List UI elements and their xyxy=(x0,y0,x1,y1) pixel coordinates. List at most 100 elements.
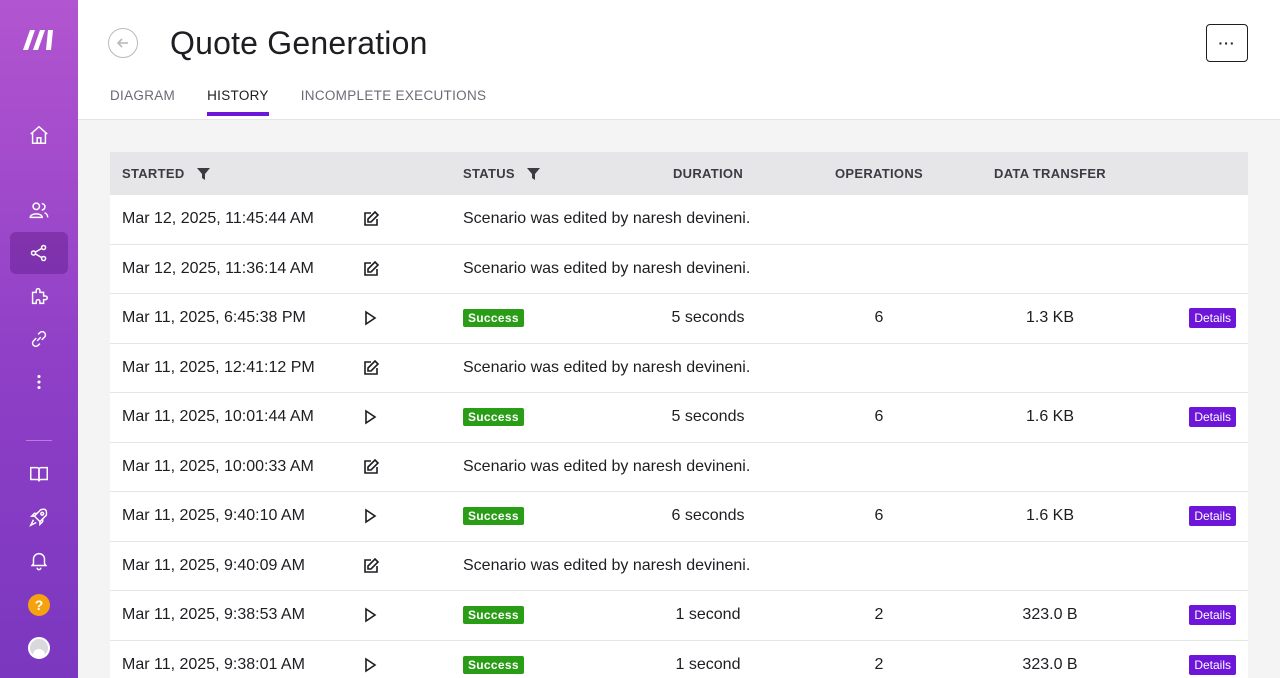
table-row[interactable]: Mar 11, 2025, 12:41:12 PM Scenario was ed… xyxy=(110,343,1248,393)
details-button[interactable]: Details xyxy=(1189,506,1236,527)
page-header: Quote Generation ··· DIAGRAM HISTORY INC… xyxy=(78,0,1280,120)
cell-type xyxy=(350,557,451,575)
cell-duration: 1 second xyxy=(675,655,741,673)
sidebar-item-notifications[interactable] xyxy=(10,539,68,581)
sidebar-item-help[interactable]: ? xyxy=(10,584,68,626)
cell-data-transfer: 323.0 B xyxy=(1022,606,1078,624)
book-icon xyxy=(30,466,48,482)
table-row[interactable]: Mar 11, 2025, 6:45:38 PM Success 5 seconds… xyxy=(110,294,1248,344)
header-operations: OPERATIONS xyxy=(835,166,923,181)
status-badge: Success xyxy=(463,655,524,674)
table-row[interactable]: Mar 12, 2025, 11:45:44 AM Scenario was ed… xyxy=(110,195,1248,245)
sidebar-divider xyxy=(26,440,52,441)
play-icon xyxy=(365,310,377,326)
users-icon xyxy=(29,202,49,219)
cell-action: Details xyxy=(1115,506,1248,527)
cell-type xyxy=(350,458,451,476)
cell-data-transfer: 1.6 KB xyxy=(1025,507,1075,525)
filter-icon[interactable] xyxy=(526,167,540,180)
table-row[interactable]: Mar 12, 2025, 11:36:14 AM Scenario was ed… xyxy=(110,244,1248,294)
sidebar-item-scenarios[interactable] xyxy=(10,232,68,274)
play-icon xyxy=(365,508,377,524)
tab-history[interactable]: HISTORY xyxy=(207,88,269,116)
cell-operations: 6 xyxy=(874,309,884,327)
table-row[interactable]: Mar 11, 2025, 10:00:33 AM Scenario was ed… xyxy=(110,442,1248,492)
cell-data-transfer: 1.6 KB xyxy=(1025,408,1075,426)
rocket-icon xyxy=(29,508,48,527)
cell-duration: 5 seconds xyxy=(671,408,745,426)
table-row[interactable]: Mar 11, 2025, 9:40:10 AM Success 6 seconds… xyxy=(110,492,1248,542)
cell-edit-message: Scenario was edited by naresh devineni. xyxy=(463,457,751,475)
header-status-label: STATUS xyxy=(463,166,515,181)
cell-started: Mar 11, 2025, 6:45:38 PM xyxy=(122,309,306,327)
table-row[interactable]: Mar 11, 2025, 9:38:01 AM Success 1 second 2… xyxy=(110,640,1248,678)
status-badge: Success xyxy=(463,309,524,328)
sidebar-item-docs[interactable] xyxy=(10,453,68,495)
arrow-left-icon xyxy=(116,38,128,48)
sidebar: ? xyxy=(0,0,78,678)
sidebar-item-profile[interactable] xyxy=(10,627,68,669)
cell-type xyxy=(350,210,451,228)
cell-operations: 6 xyxy=(874,507,884,525)
cell-type xyxy=(350,607,451,623)
play-icon xyxy=(365,657,377,673)
sidebar-item-apps[interactable] xyxy=(10,275,68,317)
help-icon: ? xyxy=(28,594,50,616)
avatar xyxy=(28,637,50,659)
header-started: STARTED xyxy=(110,166,350,181)
cell-type xyxy=(350,409,451,425)
cell-action: Details xyxy=(1115,308,1248,329)
cell-edit-message: Scenario was edited by naresh devineni. xyxy=(463,358,751,376)
make-logo-icon[interactable] xyxy=(21,26,59,52)
cell-edit-message: Scenario was edited by naresh devineni. xyxy=(463,259,751,277)
tab-diagram[interactable]: DIAGRAM xyxy=(110,88,175,116)
cell-edit-message: Scenario was edited by naresh devineni. xyxy=(463,556,751,574)
link-icon xyxy=(31,330,47,348)
cell-operations: 2 xyxy=(874,606,884,624)
cell-status: Success xyxy=(451,309,643,328)
details-button[interactable]: Details xyxy=(1189,654,1236,675)
details-button[interactable]: Details xyxy=(1189,605,1236,626)
more-options-button[interactable]: ··· xyxy=(1206,24,1248,62)
cell-status: Success xyxy=(451,408,643,427)
cell-data-transfer: 323.0 B xyxy=(1022,655,1078,673)
tab-bar: DIAGRAM HISTORY INCOMPLETE EXECUTIONS xyxy=(110,88,486,116)
play-icon xyxy=(365,607,377,623)
table-row[interactable]: Mar 11, 2025, 10:01:44 AM Success 5 second… xyxy=(110,393,1248,443)
play-icon xyxy=(365,409,377,425)
sidebar-item-more[interactable] xyxy=(10,361,68,403)
page-title: Quote Generation xyxy=(170,25,428,61)
details-button[interactable]: Details xyxy=(1189,308,1236,329)
header-started-label: STARTED xyxy=(122,166,185,181)
cell-started: Mar 12, 2025, 11:36:14 AM xyxy=(122,259,314,277)
cell-operations: 2 xyxy=(874,655,884,673)
tab-incomplete-executions[interactable]: INCOMPLETE EXECUTIONS xyxy=(301,88,487,116)
status-badge: Success xyxy=(463,606,524,625)
table-row[interactable]: Mar 11, 2025, 9:40:09 AM Scenario was edi… xyxy=(110,541,1248,591)
cell-type xyxy=(350,260,451,278)
cell-status: Success xyxy=(451,606,643,625)
bell-icon xyxy=(30,552,48,571)
filter-icon[interactable] xyxy=(196,167,210,180)
cell-started: Mar 11, 2025, 9:40:09 AM xyxy=(122,556,305,574)
cell-action: Details xyxy=(1115,654,1248,675)
sidebar-item-team[interactable] xyxy=(10,189,68,231)
edit-icon xyxy=(364,359,380,375)
cell-type xyxy=(350,657,451,673)
sidebar-item-whats-new[interactable] xyxy=(10,496,68,538)
cell-duration: 6 seconds xyxy=(671,507,745,525)
edit-icon xyxy=(364,260,380,276)
cell-action: Details xyxy=(1115,605,1248,626)
cell-started: Mar 11, 2025, 10:01:44 AM xyxy=(122,408,314,426)
header-duration: DURATION xyxy=(672,166,744,181)
sidebar-item-connections[interactable] xyxy=(10,318,68,360)
details-button[interactable]: Details xyxy=(1189,407,1236,428)
table-row[interactable]: Mar 11, 2025, 9:38:53 AM Success 1 second 2… xyxy=(110,591,1248,641)
back-button[interactable] xyxy=(108,28,138,58)
cell-duration: 5 seconds xyxy=(671,309,745,327)
cell-started: Mar 11, 2025, 9:40:10 AM xyxy=(122,507,305,525)
more-vertical-icon xyxy=(37,374,41,390)
table-header: STARTED STATUS DURATION OPERATIONS DATA … xyxy=(110,152,1248,195)
sidebar-item-home[interactable] xyxy=(10,114,68,156)
cell-status: Success xyxy=(451,655,643,674)
